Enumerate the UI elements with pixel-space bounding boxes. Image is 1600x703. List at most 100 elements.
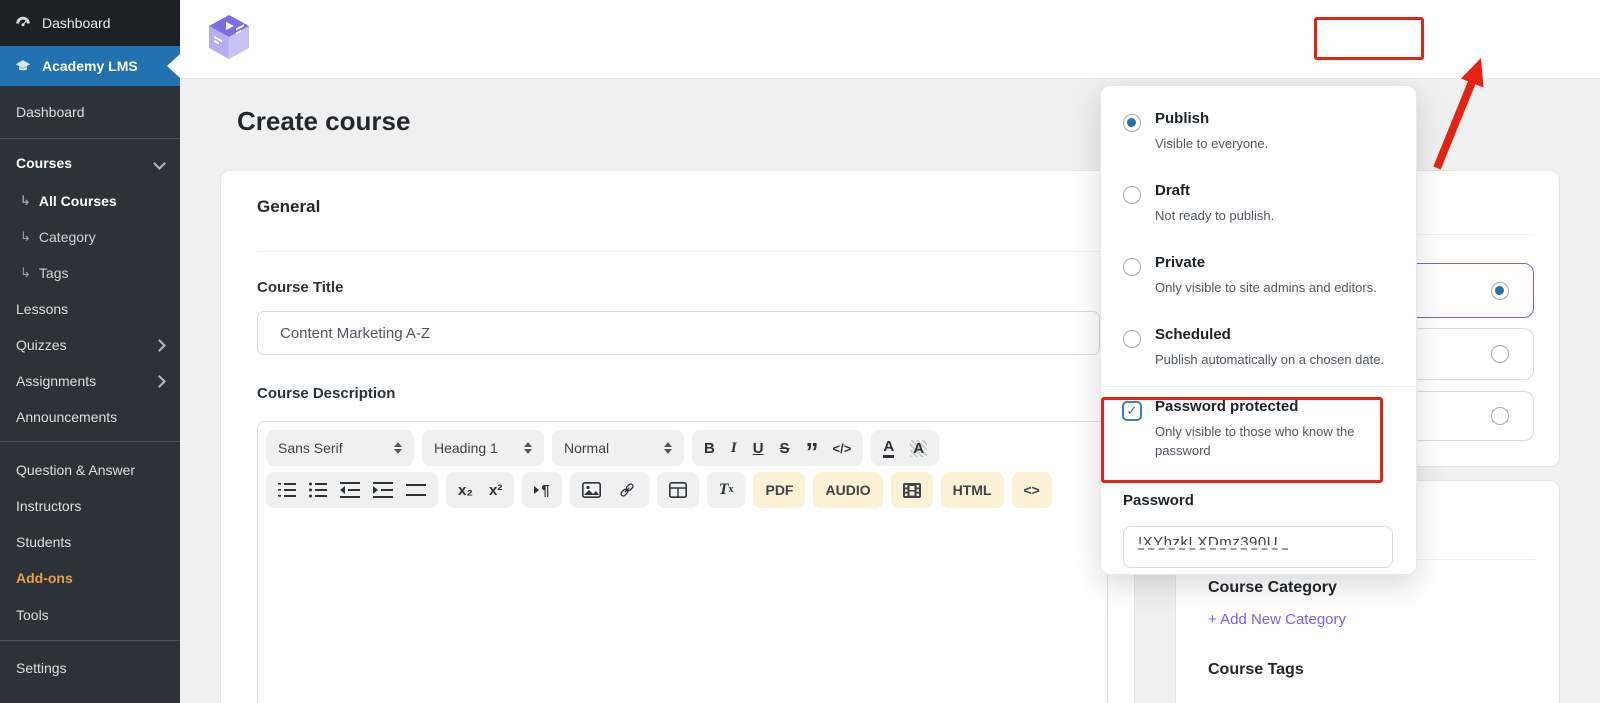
text-direction-button[interactable]: ¶ — [534, 483, 550, 498]
sidebar-divider — [0, 441, 180, 442]
paragraph-style-select[interactable]: Normal — [552, 430, 684, 466]
sidebar-item-wp-dashboard[interactable]: Dashboard — [0, 0, 180, 46]
sidebar-item-settings[interactable]: Settings — [0, 650, 180, 686]
password-input[interactable]: !XYhzkLXDmz390U — [1123, 526, 1393, 568]
sidebar-item-courses[interactable]: Courses — [0, 145, 180, 181]
radio-icon[interactable] — [1123, 186, 1141, 204]
sidebar-item-all-courses[interactable]: ↳ All Courses — [0, 183, 180, 219]
graduation-cap-icon — [15, 60, 31, 71]
blockquote-button[interactable]: ” — [806, 439, 819, 465]
active-menu-notch — [167, 54, 180, 78]
publish-status-dropdown-panel: Publish Visible to everyone. Draft Not r… — [1100, 85, 1417, 575]
sidebar-item-tools[interactable]: Tools — [0, 597, 180, 633]
status-option-desc: Only visible to site admins and editors. — [1155, 280, 1377, 295]
sidebar-item-dashboard[interactable]: Dashboard — [0, 94, 180, 130]
sidebar-item-label: Assignments — [16, 373, 97, 389]
italic-button[interactable]: I — [731, 440, 737, 456]
sidebar-item-instructors[interactable]: Instructors — [0, 488, 180, 524]
underline-button[interactable]: U — [753, 441, 764, 456]
text-color-button[interactable]: A — [883, 439, 895, 458]
sidebar-item-students[interactable]: Students — [0, 524, 180, 560]
bold-button[interactable]: B — [704, 441, 715, 456]
status-option-desc: Publish automatically on a chosen date. — [1155, 352, 1385, 367]
sub-arrow-icon: ↳ — [20, 265, 31, 280]
media-group — [569, 472, 649, 508]
radio-selected-icon[interactable] — [1491, 281, 1509, 300]
table-icon[interactable] — [668, 482, 687, 498]
sidebar-item-label: Announcements — [16, 409, 118, 425]
sort-arrows-icon — [524, 442, 532, 454]
font-family-value: Sans Serif — [278, 440, 343, 456]
radio-icon[interactable] — [1123, 330, 1141, 348]
course-title-input[interactable]: Content Marketing A-Z — [257, 311, 1100, 355]
video-button[interactable] — [890, 472, 933, 508]
audio-button[interactable]: AUDIO — [813, 472, 883, 508]
radio-icon[interactable] — [1491, 345, 1509, 363]
code-button[interactable]: </> — [833, 442, 852, 455]
link-icon[interactable] — [617, 481, 637, 499]
bullet-list-icon[interactable] — [309, 482, 327, 498]
film-icon — [902, 482, 921, 498]
sidebar-item-announcements[interactable]: Announcements — [0, 399, 180, 435]
sort-arrows-icon — [394, 442, 402, 454]
sidebar-item-assignments[interactable]: Assignments — [0, 363, 180, 399]
superscript-button[interactable]: x² — [489, 483, 502, 498]
outdent-icon[interactable] — [340, 482, 360, 498]
sidebar-item-academy-lms[interactable]: Academy LMS — [0, 46, 180, 86]
sidebar-item-label: Tools — [16, 607, 49, 623]
editor-content-area[interactable] — [258, 516, 1107, 703]
sidebar-item-question-answer[interactable]: Question & Answer — [0, 452, 180, 488]
heading-value: Heading 1 — [434, 440, 498, 456]
text-format-group: B I U S ” </> — [692, 430, 864, 466]
status-option-publish[interactable]: Publish — [1155, 110, 1209, 127]
color-group: A A — [871, 430, 940, 466]
sidebar-item-add-ons[interactable]: Add-ons — [0, 560, 180, 596]
sub-arrow-icon: ↳ — [20, 193, 31, 208]
password-protected-checkbox[interactable]: ✓ — [1122, 401, 1142, 421]
font-family-select[interactable]: Sans Serif — [266, 430, 414, 466]
html-button[interactable]: HTML — [940, 472, 1004, 508]
shortcode-button[interactable]: <> — [1011, 472, 1052, 508]
password-protected-label[interactable]: Password protected — [1155, 398, 1298, 415]
course-title-value: Content Marketing A-Z — [280, 324, 431, 342]
align-icon[interactable] — [406, 483, 426, 497]
sidebar-item-label: Dashboard — [16, 104, 85, 120]
ordered-list-icon[interactable] — [278, 482, 296, 498]
sort-arrows-icon — [664, 442, 672, 454]
heading-select[interactable]: Heading 1 — [422, 430, 544, 466]
sidebar-item-label: Students — [16, 534, 72, 550]
subscript-button[interactable]: x₂ — [458, 483, 473, 498]
strikethrough-button[interactable]: S — [780, 441, 790, 456]
radio-icon[interactable] — [1123, 258, 1141, 276]
pdf-button[interactable]: PDF — [753, 472, 806, 508]
course-category-title: Course Category — [1208, 579, 1337, 596]
gauge-icon — [16, 16, 30, 27]
status-option-scheduled[interactable]: Scheduled — [1155, 326, 1231, 343]
highlight-color-button[interactable]: A — [910, 439, 928, 457]
chevron-right-icon — [153, 339, 166, 352]
triangle-right-icon — [534, 486, 540, 494]
status-option-draft[interactable]: Draft — [1155, 182, 1190, 199]
password-value: !XYhzkLXDmz390U — [1138, 535, 1279, 545]
course-tags-title: Course Tags — [1208, 661, 1304, 678]
radio-selected-icon[interactable] — [1123, 114, 1141, 132]
indent-icon[interactable] — [373, 482, 393, 498]
image-icon[interactable] — [581, 482, 601, 498]
sidebar-item-label: Question & Answer — [16, 462, 136, 478]
add-new-category-link[interactable]: + Add New Category — [1208, 611, 1346, 628]
status-option-private[interactable]: Private — [1155, 254, 1205, 271]
password-value-clipped — [1138, 548, 1288, 550]
admin-sidebar: Dashboard Academy LMS Dashboard Courses … — [0, 0, 180, 703]
sidebar-item-tags[interactable]: ↳ Tags — [0, 255, 180, 291]
sidebar-item-quizzes[interactable]: Quizzes — [0, 327, 180, 363]
password-protected-desc: Only visible to those who know the passw… — [1155, 424, 1355, 458]
sidebar-item-label: Settings — [16, 660, 67, 676]
clear-format-button[interactable]: Tx — [719, 482, 734, 498]
sidebar-item-lessons[interactable]: Lessons — [0, 291, 180, 327]
sidebar-item-category[interactable]: ↳ Category — [0, 219, 180, 255]
course-description-editor[interactable]: Sans Serif Heading 1 Normal B I U S ” </… — [257, 421, 1108, 703]
direction-group: ¶ — [522, 472, 562, 508]
radio-icon[interactable] — [1491, 407, 1509, 425]
academy-lms-logo — [209, 15, 249, 59]
topbar — [180, 0, 1600, 79]
